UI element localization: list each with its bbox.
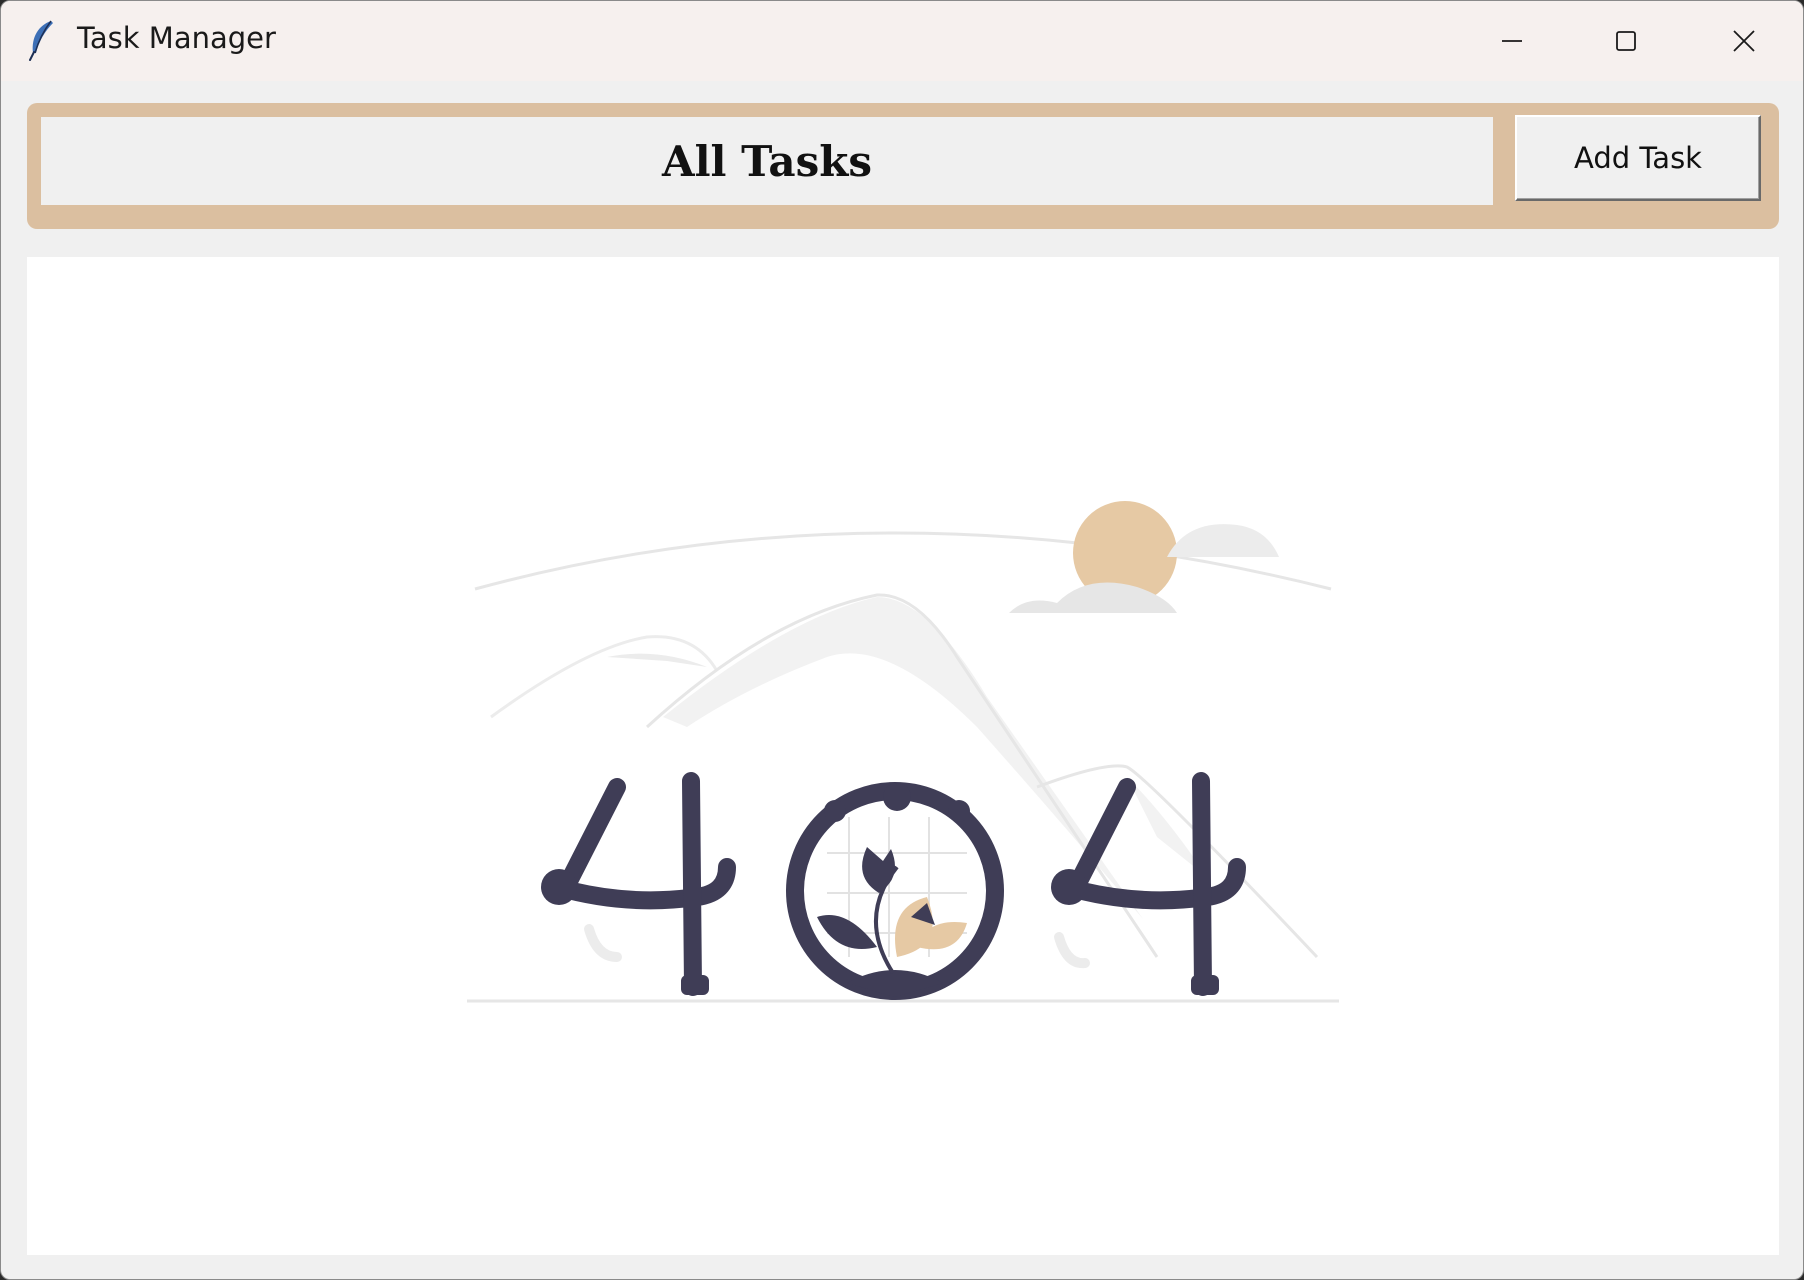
maximize-icon — [1616, 31, 1636, 51]
task-list-area — [27, 257, 1779, 1255]
header-title-box: All Tasks — [41, 117, 1493, 205]
minimize-icon — [1502, 40, 1522, 42]
page-title: All Tasks — [662, 136, 872, 186]
title-bar[interactable]: Task Manager — [1, 1, 1803, 81]
close-button[interactable] — [1687, 1, 1801, 81]
digit-four-left — [548, 772, 736, 996]
minimize-button[interactable] — [1455, 1, 1569, 81]
add-task-button[interactable]: Add Task — [1515, 115, 1761, 201]
not-found-illustration — [467, 501, 1339, 1003]
feather-icon — [29, 20, 53, 61]
window-title: Task Manager — [77, 21, 276, 55]
close-icon — [1733, 30, 1755, 52]
digit-zero — [786, 782, 1004, 1000]
header-bar: All Tasks Add Task — [27, 103, 1779, 229]
maximize-button[interactable] — [1569, 1, 1683, 81]
app-window: Task Manager All Tasks Add Task — [0, 0, 1804, 1280]
